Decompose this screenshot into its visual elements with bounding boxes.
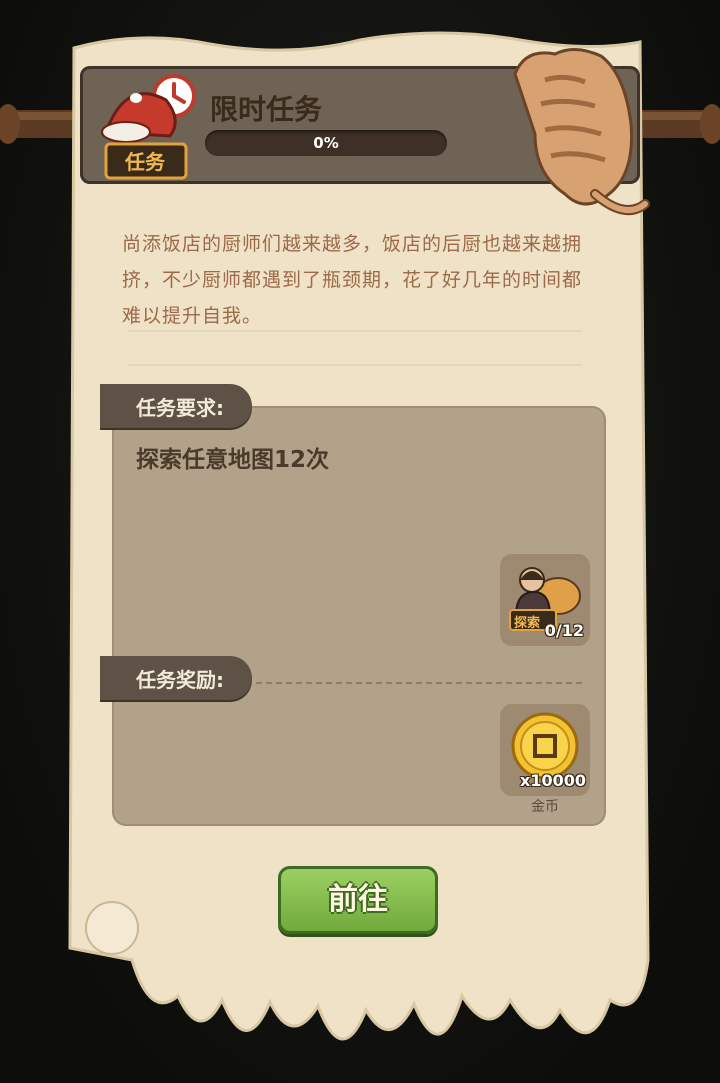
divider: [128, 330, 582, 332]
rewards-tag: 任务奖励:: [100, 656, 252, 700]
rewards-label: 任务奖励:: [136, 668, 224, 692]
task-description: 尚添饭店的厨师们越来越多，饭店的后厨也越来越拥挤，不少厨师都遇到了瓶颈期，花了好…: [122, 233, 583, 327]
divider-dashed: [256, 682, 582, 684]
progress-text: 0%: [313, 134, 339, 152]
explore-badge-label: 探索: [514, 616, 541, 631]
go-button[interactable]: 前往: [278, 866, 438, 934]
cat-mascot-icon: [513, 48, 650, 216]
progress-bar: 0%: [205, 130, 447, 156]
requirement-text: 探索任意地图12次: [136, 447, 330, 473]
page-title: 限时任务: [210, 93, 323, 126]
requirements-label: 任务要求:: [136, 396, 224, 420]
requirement-count: 0/12: [544, 621, 584, 640]
task-badge-label: 任务: [125, 150, 165, 174]
go-button-label: 前往: [328, 882, 388, 917]
divider: [128, 364, 582, 366]
requirement-item-slot[interactable]: 探索 0/12: [500, 554, 590, 646]
reward-name: 金币: [531, 799, 559, 815]
requirements-tag: 任务要求:: [100, 384, 252, 428]
reward-amount: x10000: [520, 771, 586, 790]
reward-item-slot[interactable]: x10000: [500, 704, 590, 796]
